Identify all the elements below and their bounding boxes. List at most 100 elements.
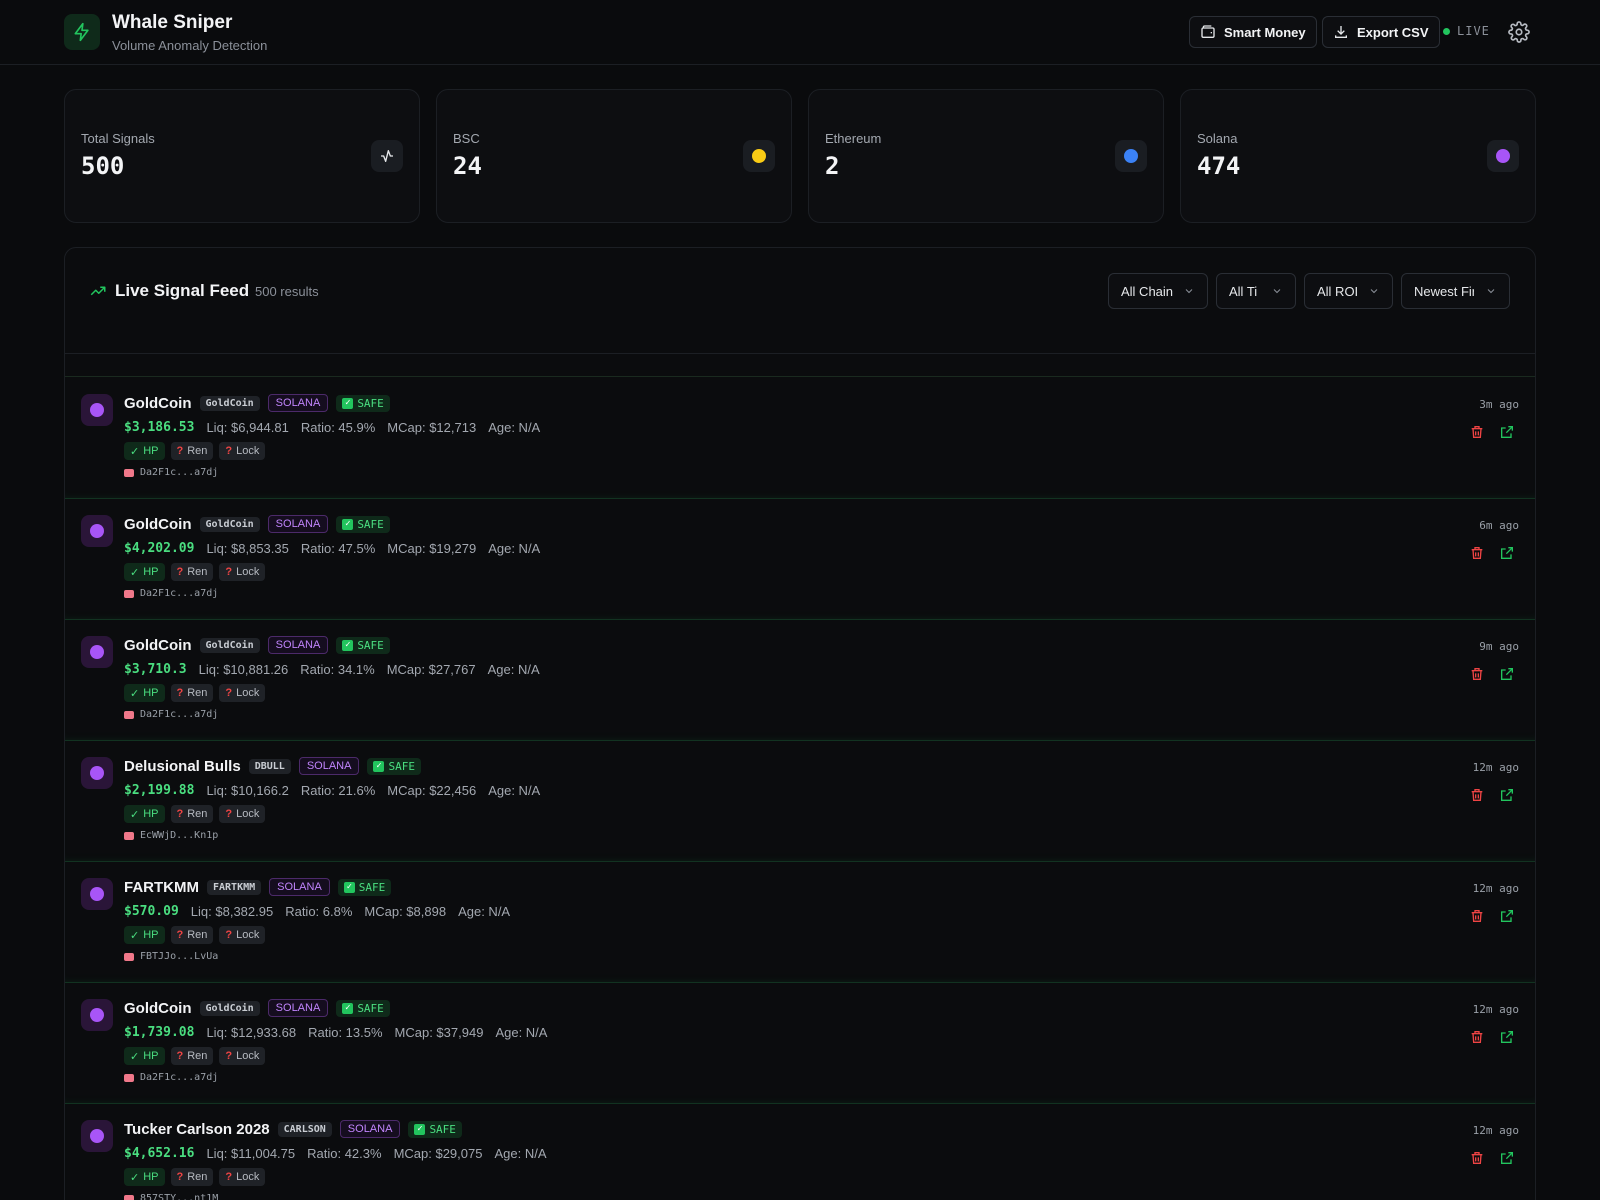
token-symbol-badge: GoldCoin: [199, 395, 260, 411]
smart-money-button[interactable]: Smart Money: [1189, 16, 1317, 48]
download-icon: [1335, 26, 1347, 38]
trash-icon[interactable]: [1469, 666, 1485, 682]
live-dot-icon: [1443, 27, 1450, 35]
trash-icon[interactable]: [1469, 1150, 1485, 1166]
lock-tag: ? Lock: [219, 1168, 266, 1186]
liquidity-value: Liq: $8,853.35: [206, 541, 289, 556]
check-icon: ✓: [130, 1171, 140, 1184]
wallet-icon: [124, 952, 134, 961]
export-csv-button[interactable]: Export CSV: [1322, 16, 1440, 48]
ratio-value: Ratio: 6.8%: [285, 904, 353, 919]
chevron-down-icon: [1185, 289, 1193, 294]
safe-badge: ✓ SAFE: [408, 1120, 462, 1138]
mcap-value: MCap: $27,767: [386, 662, 476, 677]
mcap-value: MCap: $12,713: [387, 420, 477, 435]
trash-icon[interactable]: [1469, 424, 1485, 440]
stat-value: 474: [1197, 152, 1241, 180]
safe-label: SAFE: [357, 396, 384, 410]
safe-badge: ✓ SAFE: [336, 636, 390, 654]
wallet-address[interactable]: EcWWjD...Kn1p: [140, 830, 218, 841]
age-value: Age: N/A: [488, 541, 541, 556]
live-label: LIVE: [1457, 24, 1490, 38]
mcap-value: MCap: $8,898: [364, 904, 447, 919]
feed-title: Live Signal Feed: [89, 281, 249, 301]
signal-row[interactable]: Tucker Carlson 2028 CARLSON SOLANA ✓ SAF…: [65, 1104, 1535, 1200]
roi-filter-select[interactable]: All ROI: [1304, 273, 1393, 309]
mcap-value: MCap: $37,949: [394, 1025, 484, 1040]
chain-badge: SOLANA: [267, 394, 329, 412]
trash-icon[interactable]: [1469, 545, 1485, 561]
honeypot-check-tag: ✓ HP: [124, 926, 165, 944]
external-link-icon[interactable]: [1499, 908, 1515, 924]
token-symbol-badge: GoldCoin: [199, 516, 260, 532]
stat-card-total-signals: Total Signals 500: [64, 89, 420, 223]
chain-badge: SOLANA: [267, 515, 329, 533]
token-name: GoldCoin: [124, 999, 192, 1017]
liquidity-value: Liq: $8,382.95: [190, 904, 274, 919]
chain-badge: SOLANA: [269, 878, 330, 896]
question-icon: ?: [176, 1050, 184, 1062]
check-icon: ✓: [130, 566, 140, 579]
wallet-icon: [124, 710, 134, 719]
honeypot-check-tag: ✓ HP: [124, 442, 165, 460]
stat-card-solana: Solana 474: [1180, 89, 1536, 223]
external-link-icon[interactable]: [1499, 1029, 1515, 1045]
signal-row[interactable]: GoldCoin GoldCoin SOLANA ✓ SAFE $3,710.3…: [65, 620, 1535, 741]
question-icon: ?: [176, 445, 184, 457]
export-csv-label: Export CSV: [1357, 24, 1429, 40]
chain-filter-select[interactable]: All Chain: [1108, 273, 1208, 309]
renounced-tag: ? Ren: [170, 563, 214, 581]
wallet-icon: [124, 831, 134, 840]
stat-value: 2: [825, 152, 840, 180]
signal-row[interactable]: FARTKMM FARTKMM SOLANA ✓ SAFE $570.09 Li…: [65, 862, 1535, 983]
time-filter-select[interactable]: All Ti: [1216, 273, 1296, 309]
signal-row[interactable]: Delusional Bulls DBULL SOLANA ✓ SAFE $2,…: [65, 741, 1535, 862]
trash-icon[interactable]: [1469, 1029, 1485, 1045]
signal-time: 9m ago: [1479, 640, 1519, 653]
external-link-icon[interactable]: [1499, 1150, 1515, 1166]
token-name: GoldCoin: [124, 636, 192, 654]
age-value: Age: N/A: [487, 662, 540, 677]
signal-feed-panel: Live Signal Feed 500 results All Chain A…: [64, 247, 1536, 1200]
trash-icon[interactable]: [1469, 787, 1485, 803]
external-link-icon[interactable]: [1499, 787, 1515, 803]
ratio-value: Ratio: 34.1%: [300, 662, 375, 677]
lock-tag: ? Lock: [219, 805, 266, 823]
token-name: GoldCoin: [124, 394, 192, 412]
token-symbol-badge: GoldCoin: [199, 637, 260, 653]
wallet-address[interactable]: Da2F1c...a7dj: [140, 588, 218, 599]
volume-value: $2,199.88: [124, 783, 195, 798]
mcap-value: MCap: $29,075: [393, 1146, 483, 1161]
sort-select[interactable]: Newest Fir: [1401, 273, 1510, 309]
signal-row[interactable]: GoldCoin GoldCoin SOLANA ✓ SAFE $4,202.0…: [65, 499, 1535, 620]
trending-up-icon: [90, 286, 106, 296]
external-link-icon[interactable]: [1499, 666, 1515, 682]
safe-label: SAFE: [429, 1122, 456, 1136]
trash-icon[interactable]: [1469, 908, 1485, 924]
stat-value: 500: [81, 152, 125, 180]
signal-time: 3m ago: [1479, 398, 1519, 411]
wallet-address[interactable]: FBTJJo...LvUa: [140, 951, 218, 962]
lock-tag: ? Lock: [219, 684, 266, 702]
external-link-icon[interactable]: [1499, 424, 1515, 440]
feed-header: Live Signal Feed 500 results All Chain A…: [65, 248, 1535, 354]
signal-time: 12m ago: [1472, 761, 1519, 774]
wallet-address[interactable]: 857STY...nt1M: [140, 1193, 218, 1200]
signal-row[interactable]: GoldCoin GoldCoin SOLANA ✓ SAFE $3,186.5…: [65, 378, 1535, 499]
question-icon: ?: [225, 566, 233, 578]
signal-time: 12m ago: [1472, 1124, 1519, 1137]
token-symbol-badge: FARTKMM: [207, 879, 262, 895]
wallet-address[interactable]: Da2F1c...a7dj: [140, 709, 218, 720]
external-link-icon[interactable]: [1499, 545, 1515, 561]
stat-card-bsc: BSC 24: [436, 89, 792, 223]
signal-row[interactable]: GoldCoin GoldCoin SOLANA ✓ SAFE $1,739.0…: [65, 983, 1535, 1104]
wallet-address[interactable]: Da2F1c...a7dj: [140, 1072, 218, 1083]
safe-label: SAFE: [388, 759, 415, 773]
gear-icon[interactable]: [1508, 21, 1530, 43]
purple-circle-icon: [81, 394, 113, 426]
wallet-address[interactable]: Da2F1c...a7dj: [140, 467, 218, 478]
safe-badge: ✓ SAFE: [367, 757, 421, 775]
check-icon: ✓: [130, 1050, 140, 1063]
lock-tag: ? Lock: [219, 563, 266, 581]
mcap-value: MCap: $19,279: [387, 541, 477, 556]
